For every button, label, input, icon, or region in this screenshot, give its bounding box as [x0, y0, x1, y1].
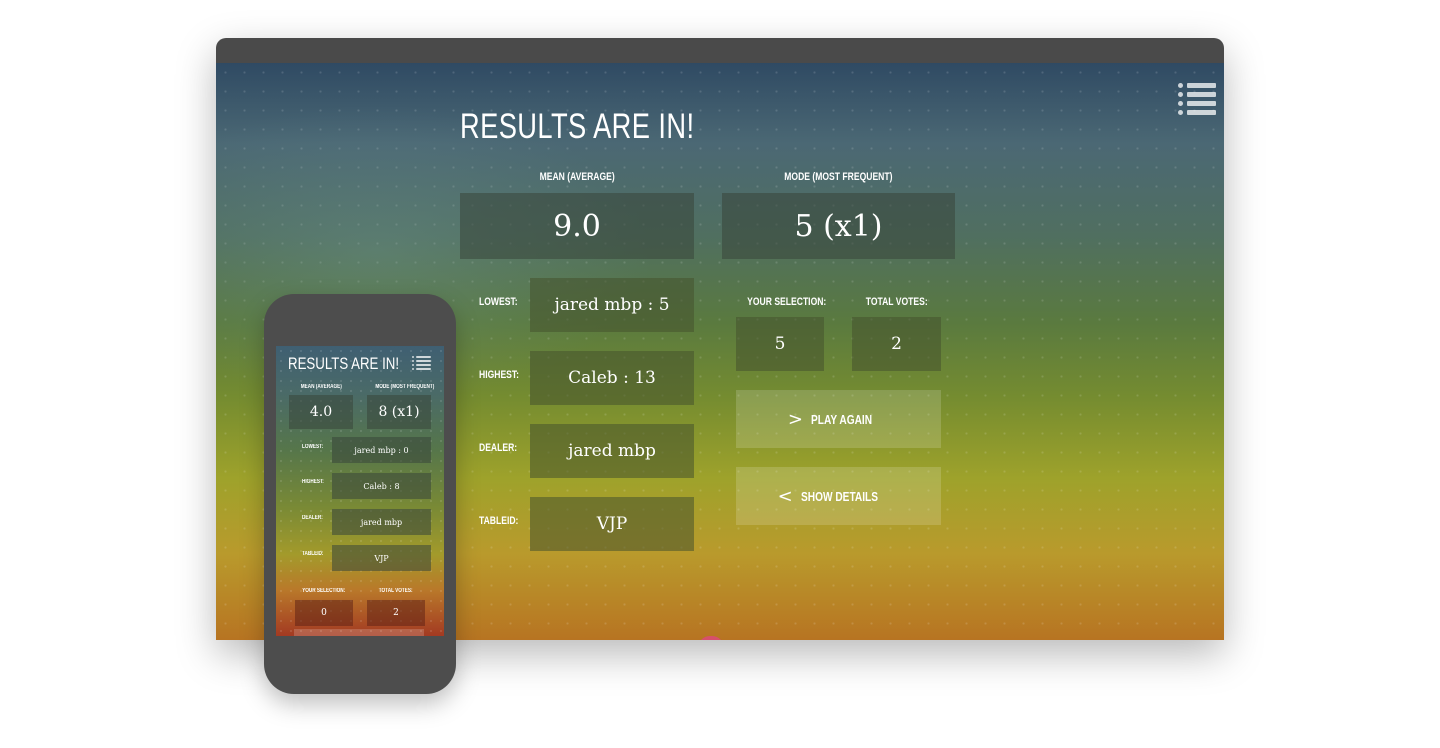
phone-selection-box: 0 [295, 600, 353, 626]
mean-label: MEAN (AVERAGE) [539, 171, 615, 183]
phone-mode-label: MODE (MOST FREQUENT) [375, 384, 435, 390]
your-selection-label: YOUR SELECTION: [747, 296, 827, 308]
phone-menu-list-icon[interactable] [412, 356, 431, 371]
phone-tableid-box: VJP [332, 545, 431, 571]
tableid-label: TABLEID: [479, 515, 519, 527]
phone-mean-box: 4.0 [289, 395, 353, 429]
phone-selection-label: YOUR SELECTION: [302, 588, 346, 594]
decorative-dot [698, 636, 724, 640]
highest-value-box: Caleb : 13 [530, 351, 694, 405]
total-votes-label: TOTAL VOTES: [865, 296, 928, 308]
mean-value-box: 9.0 [460, 193, 694, 259]
phone-mean-label: MEAN (AVERAGE) [300, 384, 342, 390]
desktop-bezel [216, 38, 1224, 63]
phone-votes-box: 2 [367, 600, 425, 626]
menu-list-icon[interactable] [1178, 83, 1216, 115]
total-votes-box: 2 [852, 317, 941, 371]
play-again-button[interactable]: > PLAY AGAIN [736, 390, 941, 448]
chevron-left-icon: < [777, 485, 793, 507]
tableid-value-box: VJP [530, 497, 694, 551]
phone-tableid-label: TABLEID: [302, 551, 324, 557]
phone-dealer-box: jared mbp [332, 509, 431, 535]
page-title: RESULTS ARE IN! [460, 107, 695, 146]
highest-label: HIGHEST: [479, 369, 520, 381]
chevron-right-icon: > [787, 408, 803, 430]
phone-dealer-label: DEALER: [302, 515, 323, 521]
dealer-value-box: jared mbp [530, 424, 694, 478]
phone-mockup: RESULTS ARE IN! MEAN (AVERAGE) 4.0 MODE … [264, 294, 456, 694]
mode-label: MODE (MOST FREQUENT) [784, 171, 893, 183]
phone-lowest-box: jared mbp : 0 [332, 437, 431, 463]
lowest-label: LOWEST: [479, 296, 518, 308]
phone-highest-label: HIGHEST: [302, 479, 324, 485]
phone-lowest-label: LOWEST: [302, 444, 324, 450]
show-details-button[interactable]: < SHOW DETAILS [736, 467, 941, 525]
phone-screen: RESULTS ARE IN! MEAN (AVERAGE) 4.0 MODE … [276, 346, 444, 636]
phone-mode-box: 8 (x1) [367, 395, 431, 429]
your-selection-box: 5 [736, 317, 824, 371]
mode-value-box: 5 (x1) [722, 193, 955, 259]
dealer-label: DEALER: [479, 442, 518, 454]
phone-page-title: RESULTS ARE IN! [288, 354, 400, 373]
phone-highest-box: Caleb : 8 [332, 473, 431, 499]
lowest-value-box: jared mbp : 5 [530, 278, 694, 332]
phone-play-again-button[interactable] [294, 629, 424, 636]
phone-votes-label: TOTAL VOTES: [379, 588, 413, 594]
